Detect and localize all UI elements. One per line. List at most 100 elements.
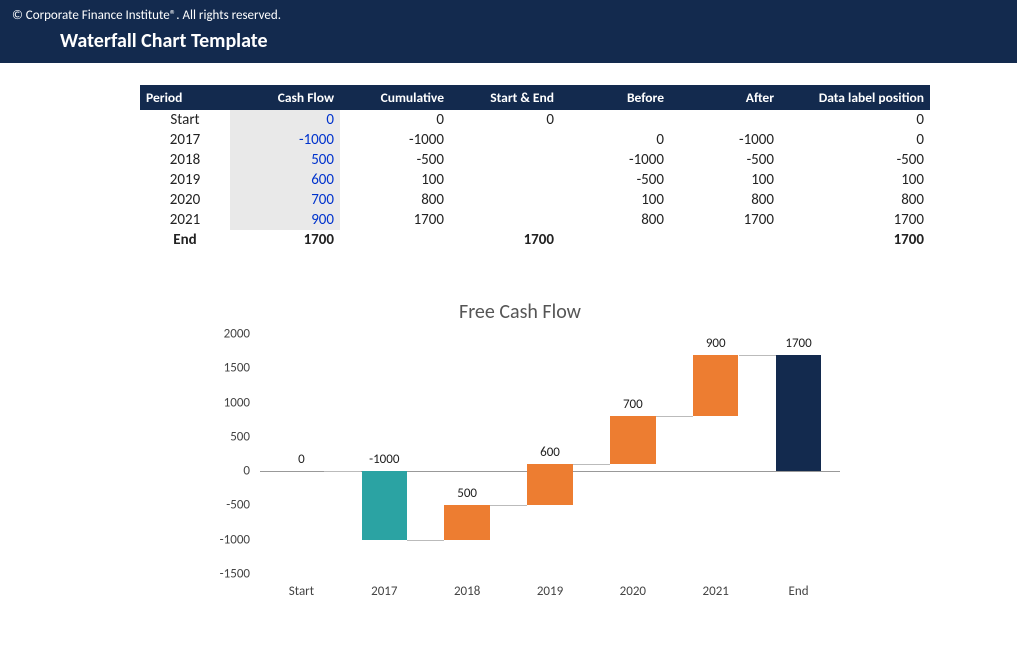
bar-2018 xyxy=(444,505,490,539)
cell: -500 xyxy=(780,150,930,170)
x-tick: 2017 xyxy=(371,584,397,599)
bar-2020 xyxy=(610,416,656,464)
data-label: 900 xyxy=(706,336,726,351)
cell: 800 xyxy=(780,190,930,210)
cell xyxy=(450,150,560,170)
connector xyxy=(407,540,444,541)
table-row: End170017001700 xyxy=(140,230,930,250)
connector xyxy=(656,416,693,417)
cell: 1700 xyxy=(340,210,450,230)
cell: 2018 xyxy=(140,150,230,170)
cell: 600 xyxy=(230,170,340,190)
table-row: Start0000 xyxy=(140,110,930,130)
cell: 1700 xyxy=(780,210,930,230)
connector xyxy=(490,505,527,506)
bar-2019 xyxy=(527,464,573,505)
x-tick: Start xyxy=(289,584,314,599)
col-header: Cumulative xyxy=(340,85,450,110)
cell: 0 xyxy=(230,110,340,130)
data-table: PeriodCash FlowCumulativeStart & EndBefo… xyxy=(140,85,930,250)
cell: 1700 xyxy=(230,230,340,250)
x-axis: Start20172018201920202021End xyxy=(260,578,840,604)
col-header: After xyxy=(670,85,780,110)
cell: -500 xyxy=(560,170,670,190)
cell: 0 xyxy=(780,130,930,150)
col-header: Period xyxy=(140,85,230,110)
cell: -500 xyxy=(340,150,450,170)
bar-end xyxy=(776,355,822,472)
x-tick: End xyxy=(789,584,809,599)
col-header: Data label position xyxy=(780,85,930,110)
y-tick: -1000 xyxy=(220,532,250,547)
connector xyxy=(739,355,776,356)
col-header: Before xyxy=(560,85,670,110)
y-tick: -1500 xyxy=(220,567,250,582)
data-label: 700 xyxy=(623,397,643,412)
x-tick: 2021 xyxy=(703,584,729,599)
x-tick: 2020 xyxy=(620,584,646,599)
cell: -1000 xyxy=(560,150,670,170)
bar-2021 xyxy=(693,355,739,417)
y-tick: -500 xyxy=(226,498,250,513)
cell xyxy=(560,230,670,250)
cell: 100 xyxy=(340,170,450,190)
cell: 1700 xyxy=(450,230,560,250)
cell: End xyxy=(140,230,230,250)
x-tick: 2018 xyxy=(454,584,480,599)
table-row: 2018500-500-1000-500-500 xyxy=(140,150,930,170)
data-label: 0 xyxy=(298,452,305,467)
y-axis: -1500-1000-5000500100015002000 xyxy=(200,334,256,574)
cell: 700 xyxy=(230,190,340,210)
cell xyxy=(560,110,670,130)
table-row: 2020700800100800800 xyxy=(140,190,930,210)
bar-2017 xyxy=(362,471,408,540)
cell xyxy=(450,190,560,210)
cell xyxy=(340,230,450,250)
chart-canvas: 0 -1000 500 600 700 900 1700 xyxy=(260,334,840,574)
cell: 2021 xyxy=(140,210,230,230)
cell: 1700 xyxy=(670,210,780,230)
copyright-text: © Corporate Finance Institute®. All righ… xyxy=(12,8,1005,23)
data-label: 500 xyxy=(457,486,477,501)
cell xyxy=(450,210,560,230)
data-table-wrap: PeriodCash FlowCumulativeStart & EndBefo… xyxy=(140,85,910,250)
cell: -500 xyxy=(670,150,780,170)
cell: Start xyxy=(140,110,230,130)
cell: 500 xyxy=(230,150,340,170)
data-label: 1700 xyxy=(785,336,811,351)
connector xyxy=(324,471,361,472)
page-title: Waterfall Chart Template xyxy=(12,29,1005,53)
data-label: 600 xyxy=(540,445,560,460)
cell: 2017 xyxy=(140,130,230,150)
col-header: Cash Flow xyxy=(230,85,340,110)
y-tick: 500 xyxy=(230,429,250,444)
cell: -1000 xyxy=(670,130,780,150)
cell xyxy=(450,130,560,150)
cell: 900 xyxy=(230,210,340,230)
header-bar: © Corporate Finance Institute®. All righ… xyxy=(0,0,1017,63)
cell: 100 xyxy=(670,170,780,190)
cell: 0 xyxy=(780,110,930,130)
cell xyxy=(670,230,780,250)
cell: 0 xyxy=(560,130,670,150)
y-tick: 2000 xyxy=(224,327,250,342)
chart-area: Free Cash Flow -1500 -1000 -500 0 500 1000 150… xyxy=(200,300,840,604)
y-tick: 1500 xyxy=(224,361,250,376)
cell: 800 xyxy=(560,210,670,230)
y-tick: 1000 xyxy=(224,395,250,410)
cell: 0 xyxy=(450,110,560,130)
connector xyxy=(573,464,610,465)
table-row: 2017-1000-10000-10000 xyxy=(140,130,930,150)
cell: 2019 xyxy=(140,170,230,190)
cell: 0 xyxy=(340,110,450,130)
chart-plot: -1500-1000-5000500100015002000 0-1000500… xyxy=(200,334,840,604)
cell: -1000 xyxy=(340,130,450,150)
cell: 2020 xyxy=(140,190,230,210)
cell: 800 xyxy=(670,190,780,210)
data-label: -1000 xyxy=(369,452,399,467)
y-tick: 0 xyxy=(243,464,250,479)
chart-title: Free Cash Flow xyxy=(200,300,840,324)
cell: -1000 xyxy=(230,130,340,150)
table-row: 2021900170080017001700 xyxy=(140,210,930,230)
cell: 100 xyxy=(560,190,670,210)
